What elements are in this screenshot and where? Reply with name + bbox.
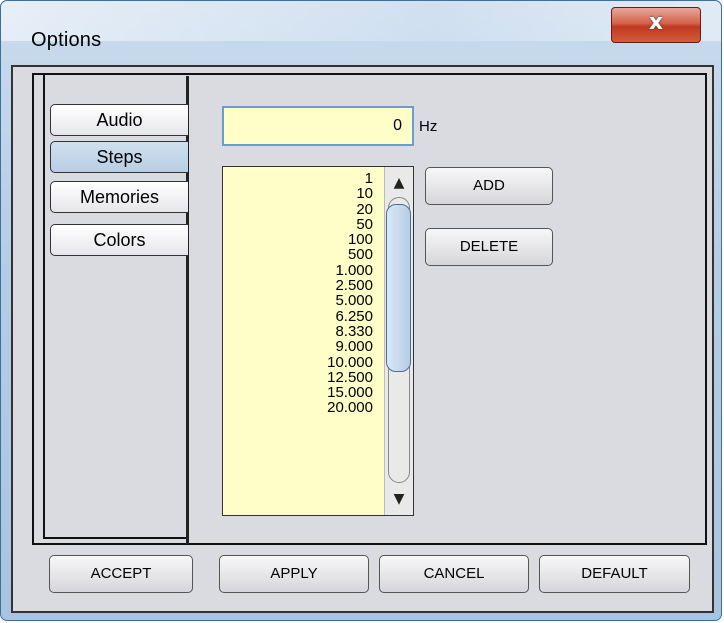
tab-steps[interactable]: Steps (50, 141, 188, 173)
cancel-button[interactable]: CANCEL (379, 555, 529, 593)
accept-button[interactable]: ACCEPT (49, 555, 193, 593)
delete-button[interactable]: DELETE (425, 228, 553, 266)
step-list-item[interactable]: 50 (223, 217, 373, 233)
step-list-item[interactable]: 2.500 (223, 278, 373, 294)
close-button[interactable]: x (611, 7, 701, 43)
tab-colors[interactable]: Colors (50, 224, 188, 256)
step-list-item[interactable]: 1.000 (223, 262, 373, 278)
close-icon: x (648, 10, 664, 35)
step-list-item[interactable]: 10 (223, 186, 373, 202)
step-list-item[interactable]: 20 (223, 201, 373, 217)
step-list-item[interactable]: 500 (223, 247, 373, 263)
scroll-up-icon[interactable]: ▲ (385, 171, 413, 195)
step-list-item[interactable]: 6.250 (223, 308, 373, 324)
add-button[interactable]: ADD (425, 167, 553, 205)
steps-list: 1 10 20 50 100 500 1.000 2.500 5.000 6.250 8.330 9.… (223, 171, 373, 416)
window-title: Options (31, 29, 102, 51)
step-list-item[interactable]: 9.000 (223, 339, 373, 355)
step-list-item[interactable]: 10.000 (223, 354, 373, 370)
step-list-item[interactable]: 15.000 (223, 385, 373, 401)
tab-audio[interactable]: Audio (50, 104, 188, 136)
default-button[interactable]: DEFAULT (539, 555, 690, 593)
step-list-item[interactable]: 20.000 (223, 400, 373, 416)
step-list-item[interactable]: 1 (223, 171, 373, 187)
frequency-unit-label: Hz (419, 118, 438, 135)
step-list-item[interactable]: 100 (223, 232, 373, 248)
frequency-input[interactable]: 0 (222, 106, 414, 146)
step-list-item[interactable]: 12.500 (223, 370, 373, 386)
scroll-thumb[interactable] (386, 204, 411, 372)
apply-button[interactable]: APPLY (219, 555, 369, 593)
step-list-item[interactable]: 8.330 (223, 324, 373, 340)
tab-memories[interactable]: Memories (50, 181, 188, 213)
step-list-item[interactable]: 5.000 (223, 293, 373, 309)
steps-scrollbar[interactable]: ▲ ▼ (384, 167, 413, 515)
scroll-down-icon[interactable]: ▼ (385, 487, 413, 511)
